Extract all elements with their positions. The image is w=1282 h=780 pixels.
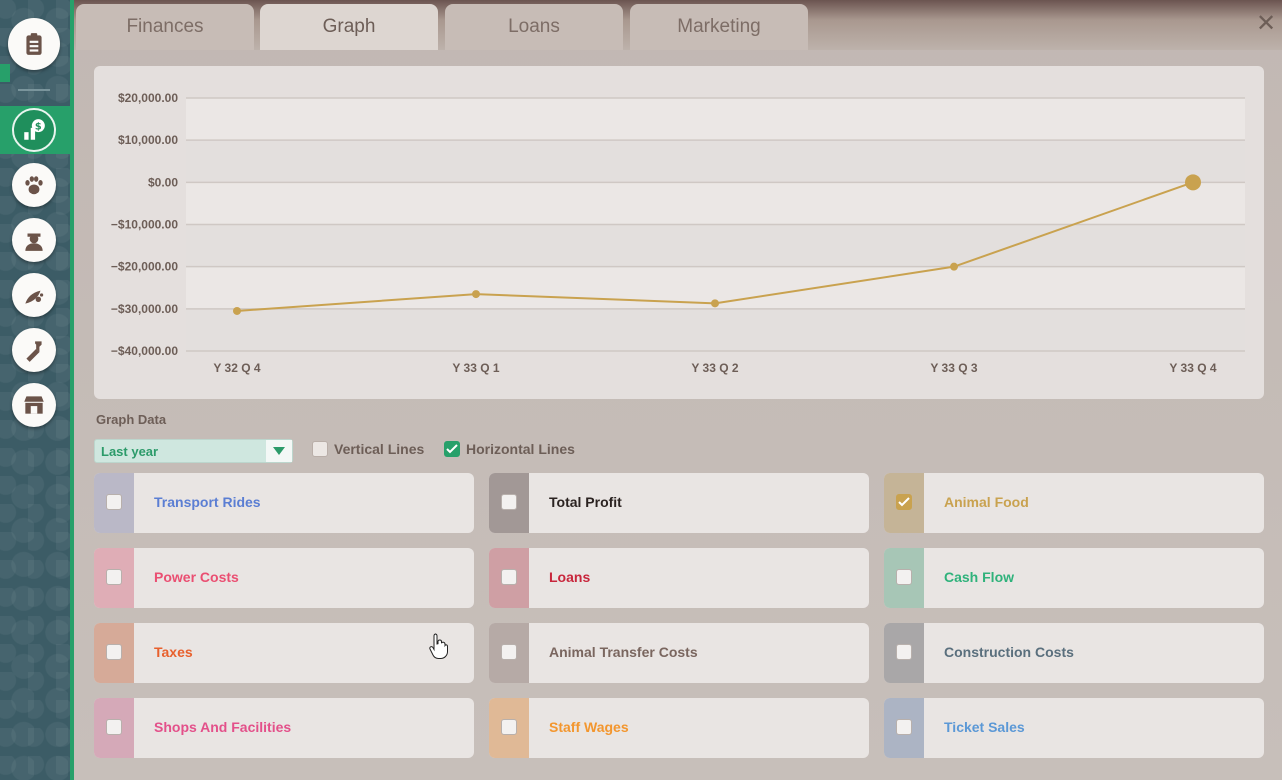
series-label: Total Profit [549,494,622,510]
grid-band [186,140,1245,183]
finance-icon: $ [24,119,45,140]
sidebar-notch [0,64,10,82]
y-tick-label: −$40,000.00 [111,344,178,358]
hand-cursor-icon [429,633,448,659]
series-label: Taxes [154,644,193,660]
x-tick-label: Y 33 Q 1 [452,361,499,375]
y-tick-label: −$30,000.00 [111,302,178,316]
data-point[interactable] [711,299,719,308]
series-card[interactable]: Ticket Sales [884,698,1264,758]
sidebar-item-shops[interactable] [12,383,56,427]
shop-icon [24,396,44,414]
series-checkbox[interactable] [106,719,122,735]
chevron-down-icon[interactable] [266,440,292,462]
series-checkbox[interactable] [501,494,517,510]
x-tick-label: Y 32 Q 4 [213,361,260,375]
paw-icon [25,176,43,195]
data-point[interactable] [233,306,241,315]
vertical-lines-checkbox[interactable] [312,441,328,457]
checkmark-icon [446,444,458,454]
series-card[interactable]: Animal Transfer Costs [489,623,869,683]
clipboard-button[interactable] [8,18,60,70]
series-label: Staff Wages [549,719,629,735]
tab-finances[interactable]: Finances [76,4,254,50]
series-label: Ticket Sales [944,719,1025,735]
series-card[interactable]: Power Costs [94,548,474,608]
y-tick-label: $10,000.00 [118,133,178,147]
series-label: Construction Costs [944,644,1074,660]
x-tick-label: Y 33 Q 2 [691,361,738,375]
series-card[interactable]: Taxes [94,623,474,683]
vertical-lines-label: Vertical Lines [334,441,425,457]
series-label: Animal Transfer Costs [549,644,698,660]
vertical-lines-toggle[interactable]: Vertical Lines [312,441,424,457]
series-checkbox[interactable] [106,494,122,510]
series-card[interactable]: Cash Flow [884,548,1264,608]
series-card[interactable]: Shops And Facilities [94,698,474,758]
series-label: Loans [549,569,591,585]
sidebar: $ [0,0,74,780]
series-card[interactable]: Animal Food [884,473,1264,533]
data-point[interactable] [472,290,480,299]
clipboard-icon [26,33,42,55]
series-checkbox[interactable] [501,644,517,660]
horizontal-lines-label: Horizontal Lines [466,441,575,457]
horizontal-lines-checkbox[interactable] [444,441,460,457]
series-checkbox[interactable] [501,719,517,735]
grid-band [186,224,1245,267]
horizontal-lines-toggle[interactable]: Horizontal Lines [444,441,575,457]
grid-band [186,182,1245,225]
tab-graph[interactable]: Graph [260,4,438,50]
data-point[interactable] [1185,174,1201,191]
chart-panel: $20,000.00 $10,000.00 $0.00 −$10,000.00 −$20… [94,66,1264,399]
time-range-select[interactable]: Last year [94,439,293,463]
graph-data-heading: Graph Data [96,412,167,427]
x-tick-label: Y 33 Q 3 [930,361,977,375]
svg-text:$: $ [35,121,42,132]
x-tick-label: Y 33 Q 4 [1169,361,1216,375]
series-checkbox[interactable] [896,494,912,510]
series-checkbox[interactable] [106,644,122,660]
sidebar-item-finances[interactable]: $ [12,108,56,152]
series-checkbox[interactable] [896,644,912,660]
grid-band [186,308,1245,351]
checkmark-icon [898,497,910,507]
series-card[interactable]: Total Profit [489,473,869,533]
sidebar-item-animals[interactable] [12,163,56,207]
line-chart: $20,000.00 $10,000.00 $0.00 −$10,000.00 −$20… [111,91,1245,375]
sidebar-divider [18,89,50,91]
tab-loans[interactable]: Loans [445,4,623,50]
series-label: Animal Food [944,494,1029,510]
series-label: Cash Flow [944,569,1015,585]
finances-window: Finances Graph Loans Marketing ✕ $20,000… [74,0,1282,780]
tab-marketing[interactable]: Marketing [630,4,808,50]
sidebar-item-animal-care[interactable] [12,273,56,317]
series-card[interactable]: Construction Costs [884,623,1264,683]
research-icon [26,341,42,362]
y-tick-label: −$20,000.00 [111,260,178,274]
series-card[interactable]: Staff Wages [489,698,869,758]
series-checkbox[interactable] [896,719,912,735]
series-label: Power Costs [154,569,239,585]
sidebar-item-research[interactable] [12,328,56,372]
series-label: Transport Rides [154,494,261,510]
grid-band [186,98,1245,141]
y-tick-label: $20,000.00 [118,91,178,105]
staff-icon [25,233,43,251]
close-button[interactable]: ✕ [1254,12,1278,36]
series-checkbox[interactable] [501,569,517,585]
series-checkbox[interactable] [106,569,122,585]
sidebar-item-staff[interactable] [12,218,56,262]
y-tick-label: $0.00 [148,175,178,189]
data-point[interactable] [950,262,958,271]
series-checkbox[interactable] [896,569,912,585]
tab-bar: Finances Graph Loans Marketing ✕ [74,0,1282,50]
time-range-value: Last year [101,444,159,459]
series-card[interactable]: Loans [489,548,869,608]
animal-care-icon [25,290,44,304]
y-tick-label: −$10,000.00 [111,218,178,232]
series-label: Shops And Facilities [154,719,292,735]
series-card[interactable]: Transport Rides [94,473,474,533]
